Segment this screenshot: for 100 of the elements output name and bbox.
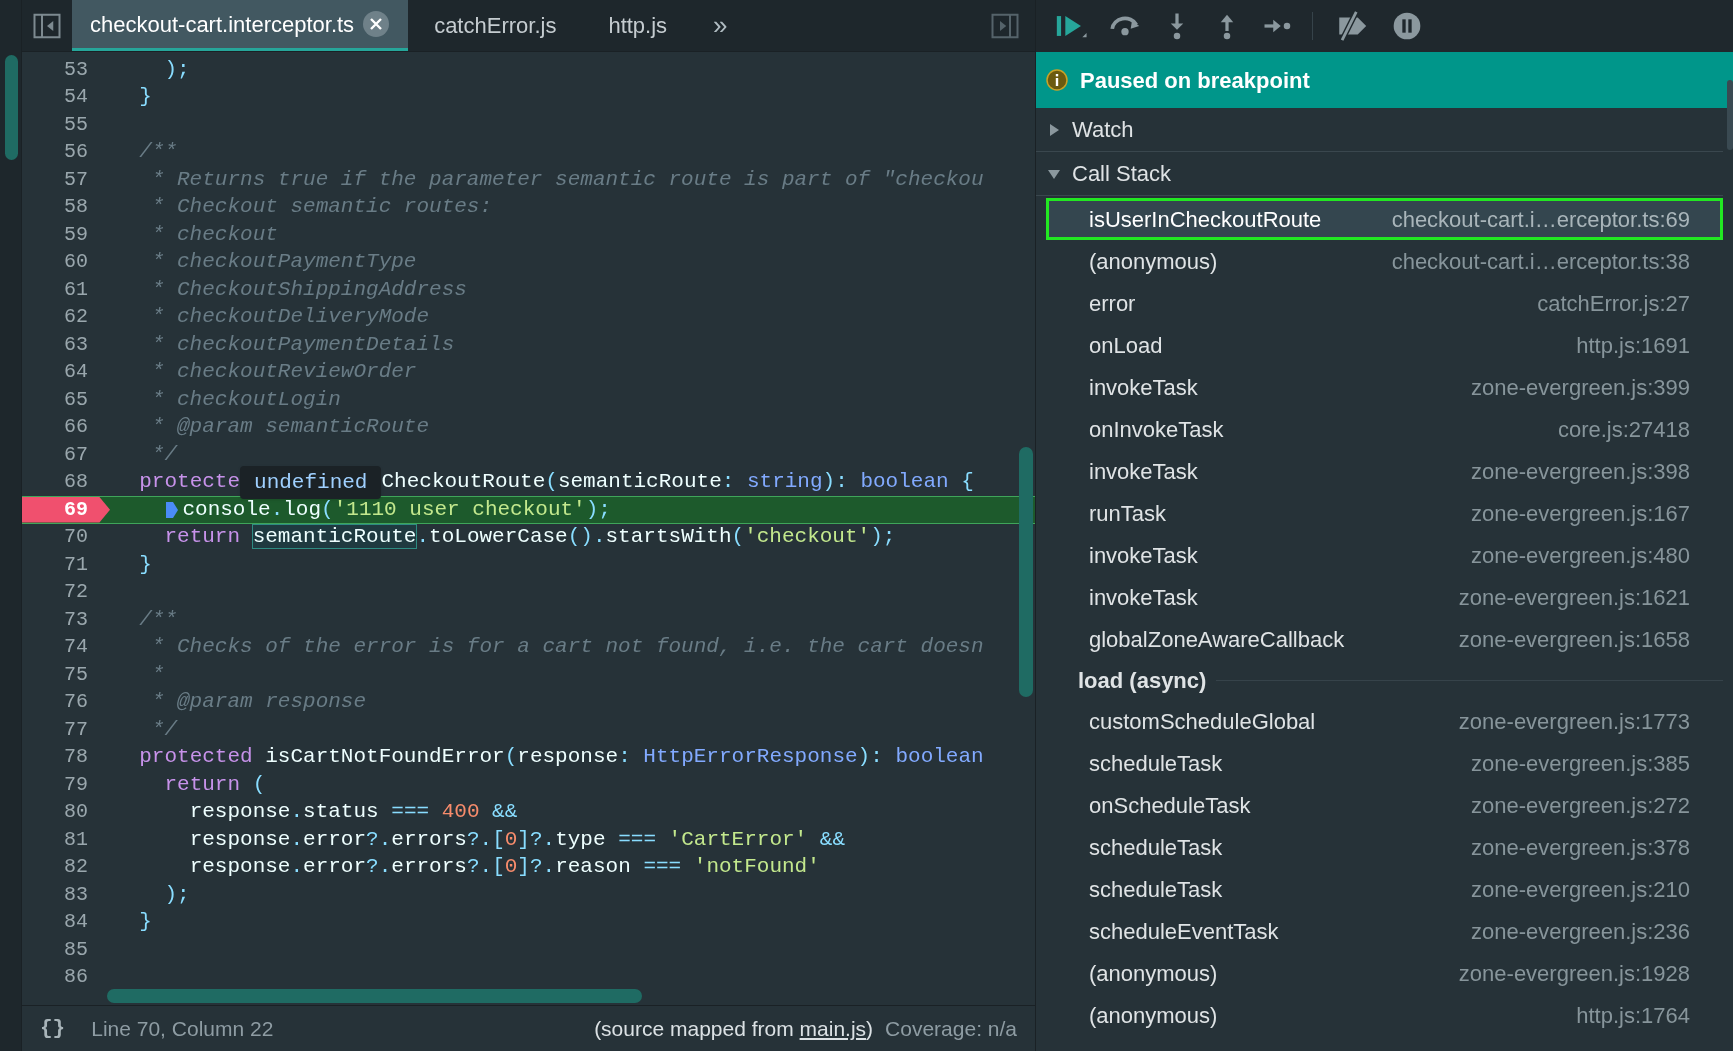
code-line: }: [139, 84, 152, 111]
line-number[interactable]: 78: [22, 743, 110, 771]
frame-location: zone-evergreen.js:236: [1471, 917, 1690, 946]
section-header[interactable]: Watch: [1036, 108, 1723, 152]
line-number[interactable]: 56: [22, 138, 110, 166]
code-line: * checkoutDeliveryMode: [151, 304, 430, 331]
frame-location: zone-evergreen.js:398: [1471, 457, 1690, 486]
line-number[interactable]: 80: [22, 798, 110, 826]
file-tab[interactable]: checkout-cart.interceptor.ts: [72, 0, 409, 51]
code-line: console.log('1110 user checkout');: [182, 496, 611, 523]
frame-location: zone-evergreen.js:1773: [1458, 707, 1690, 736]
line-number[interactable]: 68: [22, 468, 110, 496]
line-number[interactable]: 57: [22, 166, 110, 194]
code-line: }: [139, 551, 152, 578]
code-line: );: [164, 56, 190, 83]
line-number[interactable]: 60: [22, 248, 110, 276]
function-name: error: [1089, 289, 1136, 318]
frame-location: checkout-cart.i…erceptor.ts:69: [1391, 205, 1690, 234]
line-number[interactable]: 83: [22, 881, 110, 909]
frame-location: checkout-cart.i…erceptor.ts:38: [1391, 247, 1690, 276]
code-line: */: [151, 441, 178, 468]
caret-right-icon: [1048, 123, 1060, 136]
line-number[interactable]: 61: [22, 276, 110, 304]
function-name: invokeTask: [1089, 541, 1198, 570]
line-number[interactable]: 77: [22, 716, 110, 744]
line-number[interactable]: 66: [22, 413, 110, 441]
code-line: * Returns true if the parameter semantic route is part of "checkou: [151, 166, 984, 193]
frame-location: zone-evergreen.js:1928: [1458, 959, 1690, 988]
line-number[interactable]: 74: [22, 633, 110, 661]
line-number[interactable]: 79: [22, 771, 110, 799]
line-number[interactable]: 64: [22, 358, 110, 386]
frame-location: core.js:27418: [1557, 415, 1690, 444]
code-line: * checkoutReviewOrder: [151, 359, 417, 386]
code-line: *: [151, 661, 165, 688]
function-name: (anonymous): [1089, 1001, 1218, 1030]
line-number[interactable]: 69: [22, 497, 110, 523]
line-number[interactable]: 67: [22, 441, 110, 469]
execution-marker-icon: [164, 500, 181, 519]
function-name: invokeTask: [1089, 373, 1198, 402]
frame-location: zone-evergreen.js:1658: [1458, 625, 1690, 654]
hover-tooltip: undefined: [240, 465, 382, 499]
function-name: onScheduleTask: [1089, 791, 1251, 820]
frame-location: zone-evergreen.js:1621: [1458, 583, 1690, 612]
coverage-label: Coverage: n/a: [885, 1015, 1017, 1042]
banner-text: Paused on breakpoint: [1080, 66, 1310, 95]
file-tab[interactable]: catchError.js: [408, 0, 583, 51]
line-number[interactable]: 82: [22, 853, 110, 881]
pretty-print-button[interactable]: {}: [40, 1012, 66, 1045]
code-line: response.status === 400 &&: [189, 799, 518, 826]
line-number[interactable]: 54: [22, 83, 110, 111]
frame-location: zone-evergreen.js:378: [1471, 833, 1690, 862]
line-number[interactable]: 84: [22, 908, 110, 936]
scrollbar-thumb[interactable]: [5, 55, 18, 160]
code-line: return semanticRoute.toLowerCase().startsWith('checkout');: [164, 524, 896, 551]
function-name: customScheduleGlobal: [1089, 707, 1316, 736]
function-name: (anonymous): [1089, 959, 1218, 988]
info-icon: [1046, 69, 1068, 91]
source-link[interactable]: main.js: [799, 1016, 867, 1040]
code-line: return (: [164, 771, 266, 798]
line-number[interactable]: 58: [22, 193, 110, 221]
frame-location: zone-evergreen.js:399: [1471, 373, 1690, 402]
function-name: invokeTask: [1089, 583, 1198, 612]
code-line: * @param response: [151, 689, 367, 716]
file-tab[interactable]: http.js: [582, 0, 694, 51]
line-number[interactable]: 63: [22, 331, 110, 359]
close-icon[interactable]: [362, 10, 391, 38]
scrollbar-thumb[interactable]: [1727, 80, 1733, 150]
code-line: */: [151, 716, 178, 743]
line-number[interactable]: 71: [22, 551, 110, 579]
line-number[interactable]: 59: [22, 221, 110, 249]
frame-location: zone-evergreen.js:480: [1471, 541, 1690, 570]
vertical-scrollbar-thumb[interactable]: [1019, 447, 1033, 697]
caret-down-icon: [1048, 167, 1060, 180]
frame-location: zone-evergreen.js:272: [1471, 791, 1690, 820]
line-number[interactable]: 85: [22, 936, 110, 964]
more-tabs-button[interactable]: »: [693, 0, 748, 51]
line-number[interactable]: 73: [22, 606, 110, 634]
line-number[interactable]: 86: [22, 963, 110, 991]
line-number[interactable]: 53: [22, 56, 110, 84]
code-line: * CheckoutShippingAddress: [151, 276, 467, 303]
code-line: }: [139, 909, 152, 936]
line-number[interactable]: 62: [22, 303, 110, 331]
line-number[interactable]: 76: [22, 688, 110, 716]
code-line: /**: [139, 606, 178, 633]
function-name: (anonymous): [1089, 247, 1218, 276]
call-stack-frame[interactable]: isUserInCheckoutRoute checkout-cart.i…erceptor.ts:69: [1046, 198, 1723, 240]
horizontal-scrollbar-thumb[interactable]: [107, 989, 642, 1003]
pause-icon[interactable]: [1391, 10, 1423, 42]
line-number[interactable]: 70: [22, 523, 110, 551]
section-header[interactable]: Call Stack: [1036, 152, 1723, 196]
line-number[interactable]: 55: [22, 111, 110, 139]
function-name: onLoad: [1089, 331, 1163, 360]
code-line: * Checkout semantic routes:: [151, 194, 493, 221]
line-number[interactable]: 72: [22, 578, 110, 606]
line-number[interactable]: 75: [22, 661, 110, 689]
frame-location: zone-evergreen.js:385: [1471, 749, 1690, 778]
line-number[interactable]: 65: [22, 386, 110, 414]
code-line: response.error?.errors?.[0]?.reason === 'notFound': [189, 854, 820, 881]
line-number[interactable]: 81: [22, 826, 110, 854]
function-name: scheduleEventTask: [1089, 917, 1279, 946]
